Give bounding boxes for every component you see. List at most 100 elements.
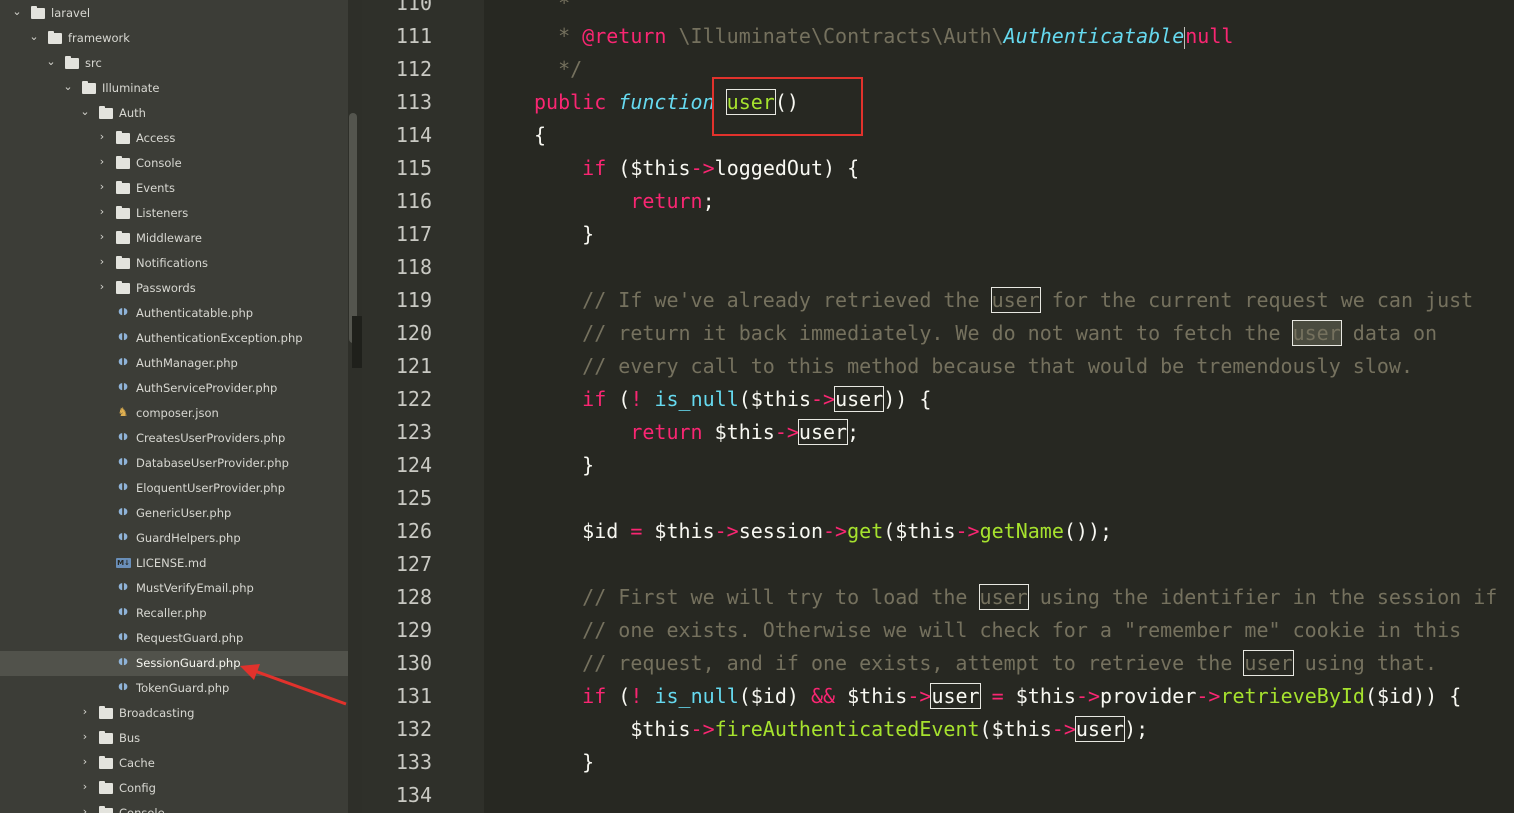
tree-item-label: composer.json [136,406,219,420]
php-file-icon: ◖◗ [118,682,128,692]
tree-item-middleware[interactable]: › Middleware [0,226,348,251]
code-token: } [534,453,595,477]
line-number: 121 [395,354,432,378]
code-token: null [1185,24,1234,48]
tree-item-authserviceprovider-php[interactable]: ◖◗ AuthServiceProvider.php [0,376,348,401]
chevron-right-icon[interactable]: › [96,176,108,201]
tree-item-bus[interactable]: › Bus [0,726,348,751]
line-number: 116 [395,189,432,213]
chevron-down-icon[interactable]: ⌄ [62,76,74,101]
code-token: -> [774,420,799,444]
tree-item-illuminate[interactable]: ⌄ Illuminate [0,76,348,101]
tree-item-cache[interactable]: › Cache [0,751,348,776]
chevron-right-icon[interactable]: › [96,151,108,176]
code-line[interactable]: // one exists. Otherwise we will check f… [534,614,1461,647]
tree-item-authenticatable-php[interactable]: ◖◗ Authenticatable.php [0,301,348,326]
tree-item-notifications[interactable]: › Notifications [0,251,348,276]
tree-item-laravel[interactable]: ⌄ laravel [0,1,348,26]
tree-item-authmanager-php[interactable]: ◖◗ AuthManager.php [0,351,348,376]
code-line[interactable]: } [534,218,594,251]
chevron-down-icon[interactable]: ⌄ [79,101,91,126]
code-line[interactable]: return $this->user; [534,416,859,449]
chevron-right-icon[interactable]: › [79,776,91,801]
tree-item-framework[interactable]: ⌄ framework [0,26,348,51]
chevron-down-icon[interactable]: ⌄ [45,51,57,76]
tree-item-genericuser-php[interactable]: ◖◗ GenericUser.php [0,501,348,526]
chevron-right-icon[interactable]: › [79,726,91,751]
tree-item-events[interactable]: › Events [0,176,348,201]
chevron-right-icon[interactable]: › [96,201,108,226]
chevron-right-icon[interactable]: › [79,701,91,726]
chevron-right-icon[interactable]: › [96,251,108,276]
tree-item-config[interactable]: › Config [0,776,348,801]
code-line[interactable]: { [534,119,546,152]
tree-item-license-md[interactable]: M↓ LICENSE.md [0,551,348,576]
tree-item-requestguard-php[interactable]: ◖◗ RequestGuard.php [0,626,348,651]
code-line[interactable]: // every call to this method because tha… [534,350,1413,383]
tree-item-label: AuthServiceProvider.php [136,381,278,395]
php-file-icon: ◖◗ [118,432,128,442]
code-token: ($this [979,717,1052,741]
chevron-right-icon[interactable]: › [79,801,91,813]
tree-item-mustverifyemail-php[interactable]: ◖◗ MustVerifyEmail.php [0,576,348,601]
chevron-right-icon[interactable]: › [96,226,108,251]
code-token: -> [714,519,739,543]
chevron-down-icon[interactable]: ⌄ [11,1,23,26]
code-line[interactable]: } [534,449,594,482]
code-line[interactable]: $this->fireAuthenticatedEvent($this->use… [534,713,1148,746]
tree-item-src[interactable]: ⌄ src [0,51,348,76]
tree-item-passwords[interactable]: › Passwords [0,276,348,301]
line-number: 112 [395,57,432,81]
chevron-right-icon[interactable]: › [96,276,108,301]
tree-item-console[interactable]: › Console [0,151,348,176]
code-token: ($this [738,387,811,411]
tree-item-label: Authenticatable.php [136,306,254,320]
tree-item-recaller-php[interactable]: ◖◗ Recaller.php [0,601,348,626]
code-token: if [582,156,607,180]
code-token: } [534,750,595,774]
code-line[interactable]: * @return \Illuminate\Contracts\Auth\Aut… [534,20,1233,53]
tree-item-createsuserproviders-php[interactable]: ◖◗ CreatesUserProviders.php [0,426,348,451]
code-line[interactable]: $id = $this->session->get($this->getName… [534,515,1112,548]
code-token: // every call to this method because tha… [534,354,1413,378]
tree-item-authenticationexception-php[interactable]: ◖◗ AuthenticationException.php [0,326,348,351]
tree-item-auth[interactable]: ⌄ Auth [0,101,348,126]
tree-item-label: Bus [119,731,141,745]
folder-icon [65,56,79,69]
code-line[interactable]: if (! is_null($this->user)) { [534,383,931,416]
tree-item-label: framework [68,31,130,45]
folder-icon [99,706,113,719]
code-token: is_null [654,684,739,708]
sidebar-scrollbar-thumb[interactable] [349,113,357,343]
code-token: // return it back immediately. We do not… [534,321,1293,345]
code-line[interactable]: // If we've already retrieved the user f… [534,284,1473,317]
folder-icon [99,781,113,794]
code-line[interactable]: if (! is_null($id) && $this->user = $thi… [534,680,1461,713]
code-editor[interactable]: * * @return \Illuminate\Contracts\Auth\A… [485,0,1514,813]
code-line[interactable]: // return it back immediately. We do not… [534,317,1437,350]
code-token: -> [690,717,715,741]
code-token: ($this [606,156,691,180]
code-line[interactable]: * [534,0,570,20]
line-number: 110 [395,0,432,15]
code-line[interactable]: } [534,746,594,779]
chevron-down-icon[interactable]: ⌄ [28,26,40,51]
code-line[interactable]: return; [534,185,714,218]
tree-item-composer-json[interactable]: ♞ composer.json [0,401,348,426]
code-token: = [630,519,643,543]
tree-item-label: Events [136,181,175,195]
tree-item-label: Notifications [136,256,208,270]
code-line[interactable]: */ [534,53,582,86]
chevron-right-icon[interactable]: › [96,126,108,151]
code-line[interactable]: // request, and if one exists, attempt t… [534,647,1437,680]
php-file-icon: ◖◗ [118,307,128,317]
chevron-right-icon[interactable]: › [79,751,91,776]
tree-item-eloquentuserprovider-php[interactable]: ◖◗ EloquentUserProvider.php [0,476,348,501]
code-line[interactable]: if ($this->loggedOut) { [534,152,859,185]
tree-item-console[interactable]: › Console [0,801,348,813]
tree-item-access[interactable]: › Access [0,126,348,151]
tree-item-databaseuserprovider-php[interactable]: ◖◗ DatabaseUserProvider.php [0,451,348,476]
code-line[interactable]: // First we will try to load the user us… [534,581,1497,614]
tree-item-listeners[interactable]: › Listeners [0,201,348,226]
tree-item-guardhelpers-php[interactable]: ◖◗ GuardHelpers.php [0,526,348,551]
